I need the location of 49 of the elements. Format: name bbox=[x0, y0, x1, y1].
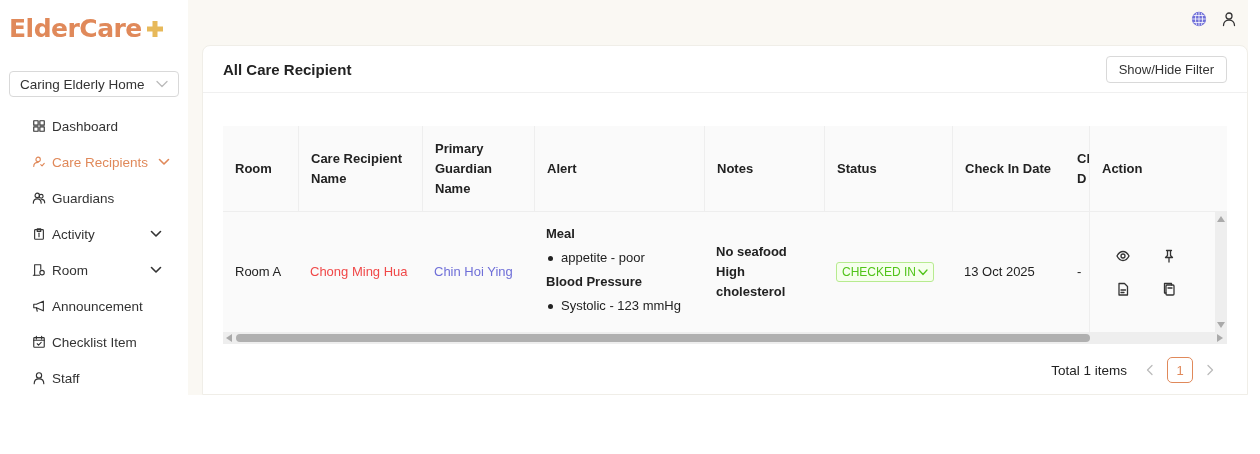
recipient-link[interactable]: Chong Ming Hua bbox=[310, 262, 410, 282]
sidebar-item[interactable]: Room bbox=[32, 252, 162, 288]
note-text: High cholesterol bbox=[716, 263, 787, 301]
note-text: No seafood bbox=[716, 243, 788, 261]
column-header: Primary Guardian Name bbox=[422, 126, 534, 212]
bullet-icon bbox=[548, 303, 553, 309]
clipboard-icon bbox=[32, 227, 46, 241]
user-icon[interactable] bbox=[1221, 10, 1237, 27]
alert-text: appetite - poor bbox=[561, 249, 645, 267]
column-header: Alert bbox=[534, 126, 704, 212]
eye-icon[interactable] bbox=[1116, 248, 1130, 263]
column-header: Status bbox=[824, 126, 952, 212]
sidebar-item[interactable]: Activity bbox=[32, 216, 162, 252]
sidebar-item[interactable]: Dashboard bbox=[32, 108, 162, 144]
sidebar-item[interactable]: Announcement bbox=[32, 288, 162, 324]
sidebar-item[interactable]: Guardians bbox=[32, 180, 162, 216]
door-icon bbox=[32, 263, 46, 277]
copy-icon[interactable] bbox=[1162, 281, 1176, 296]
sidebar-item[interactable]: Staff bbox=[32, 360, 162, 395]
bullet-icon bbox=[548, 255, 553, 261]
person-icon bbox=[32, 155, 46, 169]
document-icon[interactable] bbox=[1116, 281, 1130, 296]
chevron-down-icon bbox=[918, 268, 928, 276]
total-count: Total 1 items bbox=[1051, 362, 1127, 378]
people-icon bbox=[32, 191, 46, 205]
chevron-down-icon bbox=[156, 80, 168, 88]
home-select[interactable]: Caring Elderly Home bbox=[9, 71, 179, 97]
megaphone-icon bbox=[32, 299, 46, 313]
column-header: Check In Date bbox=[952, 126, 1075, 212]
guardian-link[interactable]: Chin Hoi Ying bbox=[434, 262, 522, 282]
column-header: Room bbox=[223, 126, 298, 212]
calendar-icon bbox=[32, 335, 46, 349]
grid-icon bbox=[32, 119, 46, 133]
plus-icon bbox=[144, 19, 165, 39]
column-header: Care Recipient Name bbox=[298, 126, 422, 212]
globe-icon[interactable] bbox=[1191, 10, 1207, 27]
column-header: Action bbox=[1089, 126, 1227, 212]
user-icon bbox=[32, 371, 46, 385]
column-header: Notes bbox=[704, 126, 824, 212]
card-title: All Care Recipient bbox=[223, 60, 352, 78]
scrollbar[interactable] bbox=[1215, 212, 1227, 332]
pin-icon[interactable] bbox=[1162, 248, 1176, 263]
alert-title: Meal bbox=[546, 225, 576, 243]
sidebar-item[interactable]: Checklist Item bbox=[32, 324, 162, 360]
logo-text: ElderCare bbox=[9, 15, 142, 43]
scrollbar[interactable] bbox=[223, 332, 1227, 344]
filter-button[interactable]: Show/Hide Filter bbox=[1105, 55, 1227, 83]
alert-text: Systolic - 123 mmHg bbox=[561, 297, 681, 315]
alert-title: Blood Pressure bbox=[546, 273, 644, 291]
